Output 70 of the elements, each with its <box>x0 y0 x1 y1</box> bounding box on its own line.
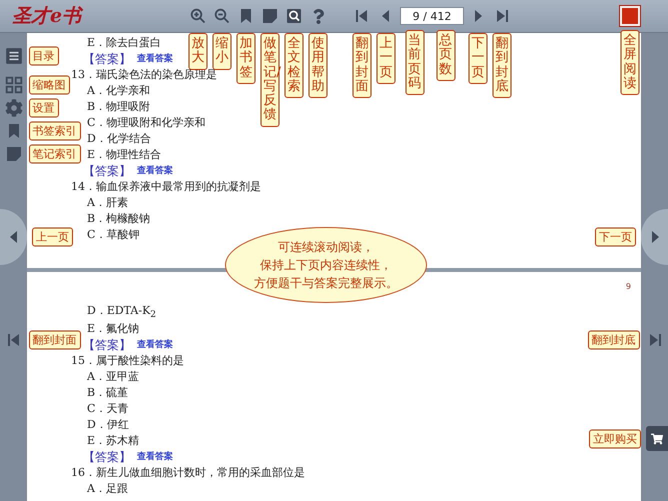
tooltip: 全文检索 <box>284 33 304 98</box>
option-text: E．氟化钠 <box>87 321 140 337</box>
answer-label: 【答案】 <box>83 337 131 353</box>
option-text: A．化学亲和 <box>87 83 150 99</box>
option-text: C．草酸钾 <box>87 227 140 243</box>
tooltip: 笔记索引 <box>28 144 80 164</box>
tooltip: 设置 <box>28 98 58 118</box>
answer-label: 【答案】 <box>83 163 131 179</box>
tooltip: 翻到封底 <box>588 330 640 350</box>
option-text: B．硫堇 <box>87 385 128 401</box>
notice-text: 可连续滚动阅读， <box>278 239 374 256</box>
tooltip: 缩略图 <box>28 76 70 94</box>
tooltip: 缩小 <box>212 33 232 70</box>
page-number: 9 <box>626 282 631 291</box>
note-icon <box>262 8 278 24</box>
option-text: B．物理吸附 <box>87 99 150 115</box>
skip-back-icon <box>6 332 22 348</box>
option-text: A．亚甲蓝 <box>87 369 139 385</box>
tooltip: 总页数 <box>436 30 456 81</box>
answer-label: 【答案】 <box>83 449 131 465</box>
tooltip: 全屏阅读 <box>620 30 640 96</box>
search-icon <box>286 8 302 24</box>
tooltip: 加书签 <box>236 33 256 84</box>
option-text: D．化学结合 <box>87 131 151 147</box>
option-text: E．除去白蛋白 <box>87 35 162 51</box>
tooltip: 当前页码 <box>405 30 424 96</box>
tooltip: 使用帮助 <box>308 33 328 98</box>
option-text: A．足跟 <box>87 481 128 497</box>
view-answer-link[interactable]: 查看答案 <box>137 163 173 179</box>
tooltip: 翻到封面 <box>28 330 80 350</box>
note-icon <box>6 146 22 162</box>
tooltip: 目录 <box>28 46 58 66</box>
option-text: E．苏木精 <box>87 433 140 449</box>
answer-label: 【答案】 <box>83 51 131 67</box>
skip-forward-icon <box>494 8 510 24</box>
view-answer-link[interactable]: 查看答案 <box>137 449 173 465</box>
bookmark-icon <box>238 8 254 24</box>
tooltip: 立即购买 <box>589 429 641 448</box>
option-text: A．肝素 <box>87 195 128 211</box>
tooltip: 放大 <box>188 33 208 70</box>
help-icon <box>310 8 326 24</box>
option-text: B．枸橼酸钠 <box>87 211 150 227</box>
option-text: C．物理吸附和化学亲和 <box>87 115 206 131</box>
tooltip: 书签索引 <box>28 122 80 140</box>
tooltip: 上一页 <box>32 228 73 246</box>
notice-text: 方便题干与答案完整展示。 <box>254 275 398 292</box>
grid-icon <box>4 76 22 94</box>
option-text: D．伊红 <box>87 417 129 433</box>
skip-back-icon <box>354 8 370 24</box>
question-text: 13．瑞氏染色法的染色原理是 <box>71 67 217 83</box>
logo: 圣才e书 <box>11 4 84 29</box>
question-text: 15．属于酸性染料的是 <box>71 353 184 369</box>
zoom-out-icon <box>214 8 230 24</box>
option-text: C．天青 <box>87 401 128 417</box>
tooltip: 下一页 <box>468 33 488 84</box>
view-answer-link[interactable]: 查看答案 <box>137 337 173 353</box>
tooltip: 上一页 <box>376 33 396 84</box>
notice-text: 保持上下页内容连续性， <box>260 257 392 274</box>
option-text: E．物理性结合 <box>87 147 162 163</box>
option-text: D．EDTA-K$_{2}$ <box>87 302 156 322</box>
zoom-in-icon <box>190 8 206 24</box>
question-text: 16．新生儿做血细胞计数时，常用的采血部位是 <box>71 465 305 481</box>
view-answer-link[interactable]: 查看答案 <box>137 51 173 67</box>
list-icon <box>4 47 22 65</box>
question-text: 14．输血保养液中最常用到的抗凝剂是 <box>71 179 261 195</box>
cart-icon <box>651 432 663 444</box>
settings-icon <box>4 99 22 117</box>
tooltip: 翻到封面 <box>352 33 372 98</box>
tooltip: 翻到封底 <box>492 33 512 98</box>
tooltip: 下一页 <box>595 228 636 246</box>
